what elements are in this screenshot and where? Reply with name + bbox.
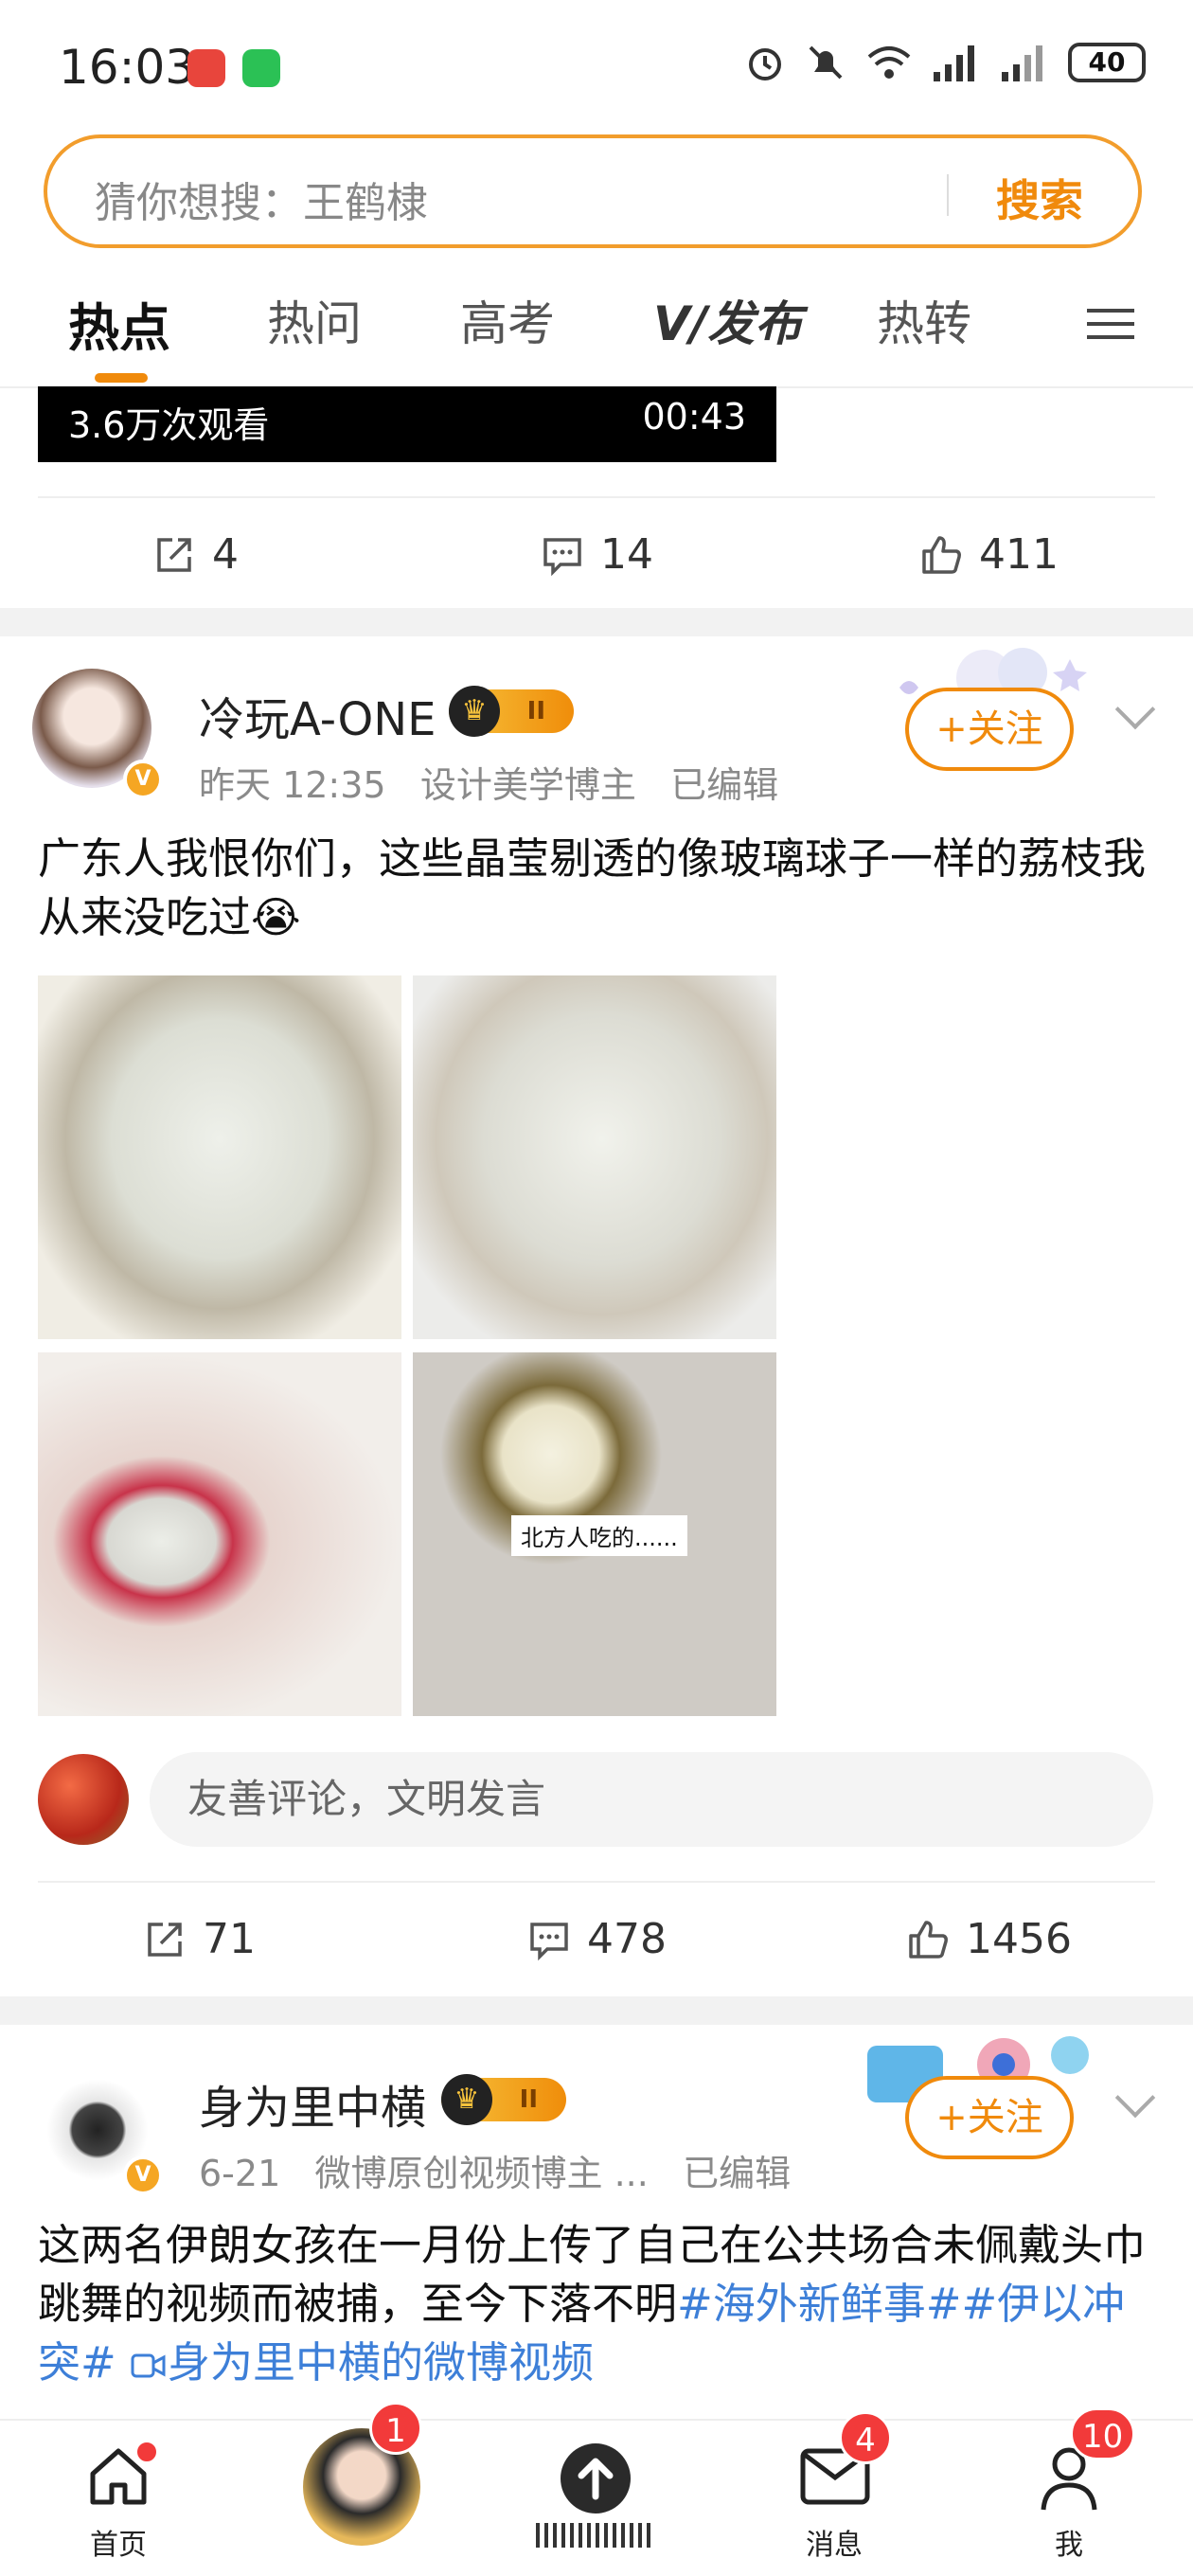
tab-hot[interactable]: 热点	[68, 286, 170, 361]
status-icons: 40	[744, 42, 1146, 83]
post-meta: 6-21 微博原创视频博主 ... 已编辑	[199, 2144, 791, 2196]
tab-hot-questions[interactable]: 热问	[267, 286, 362, 354]
search-input[interactable]: 猜你想搜：王鹤棣	[95, 169, 428, 229]
username[interactable]: 身为里中横	[199, 2070, 426, 2137]
video-icon	[131, 2353, 166, 2378]
nav-messages[interactable]: 4 消息	[763, 2411, 905, 2576]
repost-button[interactable]: 71	[142, 1915, 256, 1963]
edited-label: 已编辑	[683, 2153, 792, 2194]
menu-icon[interactable]	[1087, 299, 1134, 349]
comment-icon	[543, 537, 581, 576]
chevron-down-icon[interactable]	[1114, 689, 1156, 730]
video-link[interactable]: 身为里中横的微博视频	[130, 2337, 594, 2388]
nav-avatar[interactable]: 1	[297, 2402, 439, 2576]
my-avatar[interactable]	[38, 1754, 129, 1845]
thumbs-up-icon	[909, 1920, 948, 1959]
upload-arrow-icon	[561, 2443, 631, 2513]
member-badge[interactable]: ♛ II	[449, 686, 574, 737]
crown-icon: ♛	[449, 686, 500, 737]
messages-badge: 4	[839, 2411, 892, 2464]
feed-divider	[0, 1996, 1193, 2025]
post-text: 广东人我恨你们，这些晶莹剔透的像玻璃球子一样的荔枝我从来没吃过😭	[38, 833, 1147, 942]
comment-button[interactable]: 14	[540, 530, 653, 579]
nav-me[interactable]: 10 我	[998, 2407, 1140, 2576]
wechat-notification-icon	[242, 49, 280, 87]
comment-count: 14	[600, 530, 653, 579]
home-notification-dot	[134, 2440, 159, 2464]
video-link-label: 身为里中横的微博视频	[168, 2337, 595, 2388]
video-duration: 00:43	[642, 396, 746, 438]
post-source: 设计美学博主	[419, 764, 636, 806]
verified-badge-icon: V	[123, 2156, 163, 2195]
battery-icon: 40	[1068, 43, 1146, 82]
tab-underline	[95, 373, 148, 383]
post-meta: 昨天 12:35 设计美学博主 已编辑	[199, 756, 778, 808]
follow-button[interactable]: +关注	[905, 688, 1074, 771]
nav-messages-label: 消息	[806, 2529, 863, 2562]
video-views: 3.6万次观看	[68, 404, 270, 446]
hashtag-link[interactable]: #海外新鲜事#	[677, 2279, 961, 2329]
tab-repost[interactable]: 热转	[877, 286, 971, 354]
search-divider	[947, 174, 949, 216]
alarm-icon	[749, 48, 781, 80]
like-count: 1456	[966, 1915, 1072, 1963]
verified-badge-icon: V	[123, 760, 163, 799]
comment-button[interactable]: 478	[526, 1915, 667, 1963]
post-time: 昨天 12:35	[199, 764, 386, 806]
photo-lychee-1[interactable]	[38, 975, 401, 1339]
like-count: 411	[979, 530, 1059, 579]
bottom-nav: 首页 1 4 消息 10 我	[0, 2402, 1193, 2576]
username[interactable]: 冷玩A-ONE	[199, 682, 436, 748]
app-notification-icon	[187, 49, 225, 87]
v-logo-icon: V/	[653, 296, 707, 351]
comment-icon	[530, 1922, 568, 1960]
repost-button[interactable]: 4	[151, 530, 239, 579]
search-button[interactable]: 搜索	[996, 167, 1083, 229]
photo-lychee-3[interactable]	[38, 1352, 401, 1716]
comment-count: 478	[587, 1915, 667, 1963]
member-badge[interactable]: ♛ II	[441, 2074, 566, 2125]
avatar-badge: 1	[369, 2402, 422, 2455]
repost-count: 4	[212, 530, 239, 579]
post-time: 6-21	[199, 2153, 281, 2194]
video-player[interactable]: 3.6万次观看 00:43	[38, 386, 776, 462]
member-level: II	[526, 697, 545, 725]
wifi-icon	[867, 46, 911, 79]
feed-divider	[0, 608, 1193, 636]
search-bar[interactable]: 猜你想搜：王鹤棣 搜索	[44, 134, 1142, 248]
thumbs-up-icon	[922, 535, 961, 574]
comment-input[interactable]: 友善评论，文明发言	[150, 1752, 1153, 1847]
me-badge: 10	[1070, 2407, 1136, 2460]
tab-gaokao[interactable]: 高考	[460, 286, 555, 354]
signal-icon-2	[1002, 45, 1042, 81]
share-icon	[157, 537, 191, 572]
mute-icon	[809, 45, 843, 80]
follow-button[interactable]: +关注	[905, 2076, 1074, 2159]
clock: 16:03	[59, 40, 196, 95]
post-actions: 71 478 1456	[38, 1881, 1155, 1993]
member-level: II	[519, 2085, 538, 2114]
status-bar: 16:03 40	[0, 0, 1193, 133]
barcode-icon	[536, 2523, 655, 2548]
photo-lychee-2[interactable]	[413, 975, 776, 1339]
edited-label: 已编辑	[670, 764, 779, 806]
like-button[interactable]: 1456	[905, 1915, 1072, 1963]
chevron-down-icon[interactable]	[1114, 2077, 1156, 2119]
post-actions: 4 14 411	[38, 496, 1155, 608]
nav-home-label: 首页	[90, 2529, 147, 2562]
repost-count: 71	[203, 1915, 256, 1963]
post-text: 这两名伊朗女孩在一月份上传了自己在公共场合未佩戴头巾跳舞的视频而被捕，至今下落不…	[38, 2216, 1155, 2392]
share-icon	[148, 1922, 182, 1957]
photo-caption: 北方人吃的......	[511, 1515, 687, 1556]
crown-icon: ♛	[441, 2074, 492, 2125]
like-button[interactable]: 411	[918, 530, 1059, 579]
post-source: 微博原创视频博主 ...	[314, 2153, 649, 2194]
nav-me-label: 我	[1055, 2529, 1083, 2562]
nav-publish[interactable]	[525, 2421, 667, 2576]
tab-publish[interactable]: V/发布	[653, 286, 802, 354]
nav-home[interactable]: 首页	[47, 2421, 189, 2576]
tab-bar: 热点 热问 高考 V/发布 热转	[0, 275, 1193, 388]
signal-icon	[934, 45, 974, 81]
